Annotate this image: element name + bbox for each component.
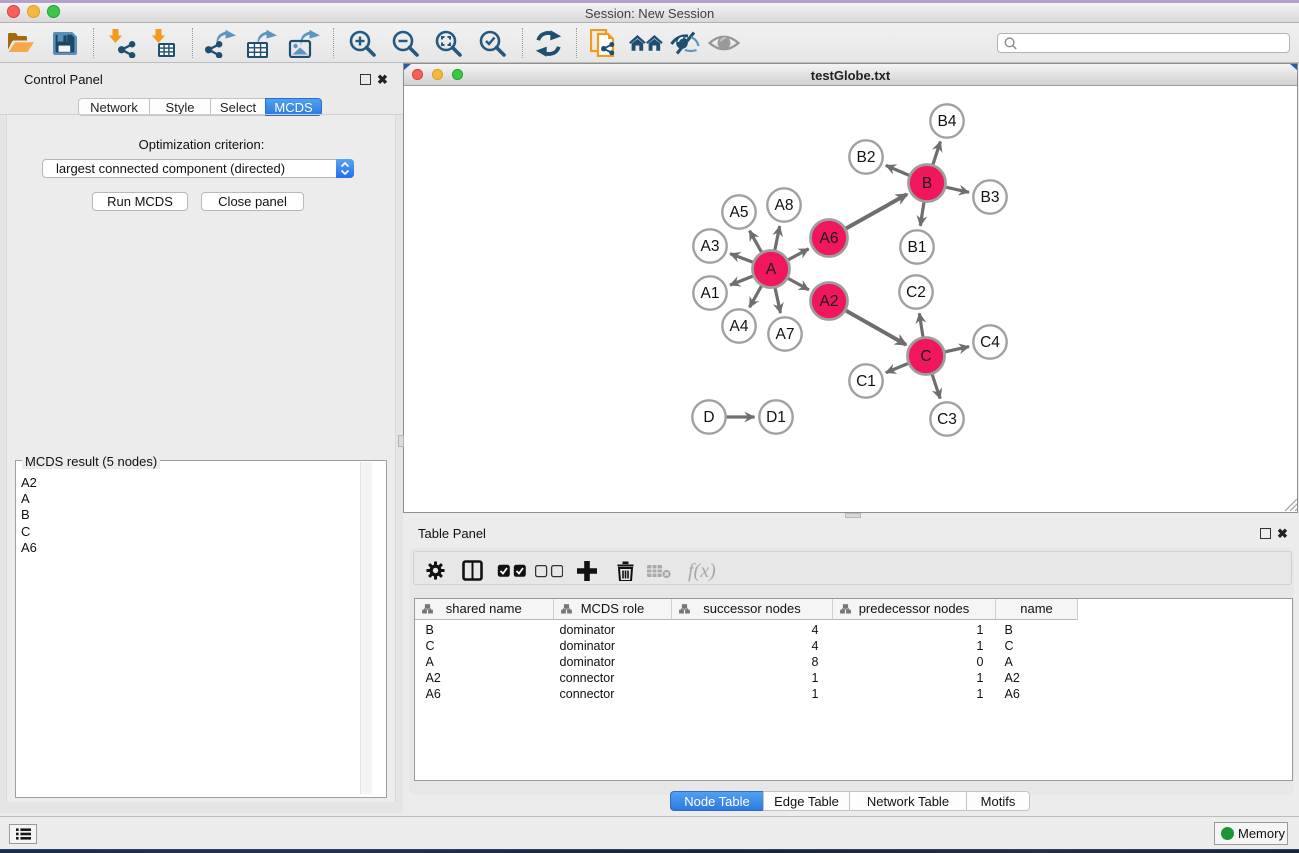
svg-text:A2: A2	[820, 293, 839, 310]
svg-text:B4: B4	[938, 113, 957, 130]
svg-text:C: C	[920, 348, 931, 365]
svg-text:A8: A8	[775, 197, 794, 214]
svg-text:A7: A7	[776, 326, 795, 343]
svg-text:A4: A4	[730, 318, 749, 335]
svg-text:D1: D1	[766, 409, 786, 426]
svg-text:C3: C3	[937, 411, 957, 428]
svg-text:D: D	[703, 409, 714, 426]
svg-text:B2: B2	[857, 149, 876, 166]
svg-text:C1: C1	[856, 373, 876, 390]
svg-text:B1: B1	[908, 239, 927, 256]
svg-text:A3: A3	[701, 238, 720, 255]
svg-text:A: A	[766, 261, 777, 278]
svg-text:B3: B3	[981, 189, 1000, 206]
svg-text:C2: C2	[906, 284, 926, 301]
svg-text:A1: A1	[701, 285, 720, 302]
svg-text:A6: A6	[820, 230, 839, 247]
svg-text:B: B	[922, 175, 932, 192]
svg-text:A5: A5	[730, 204, 749, 221]
svg-text:C4: C4	[980, 334, 1000, 351]
